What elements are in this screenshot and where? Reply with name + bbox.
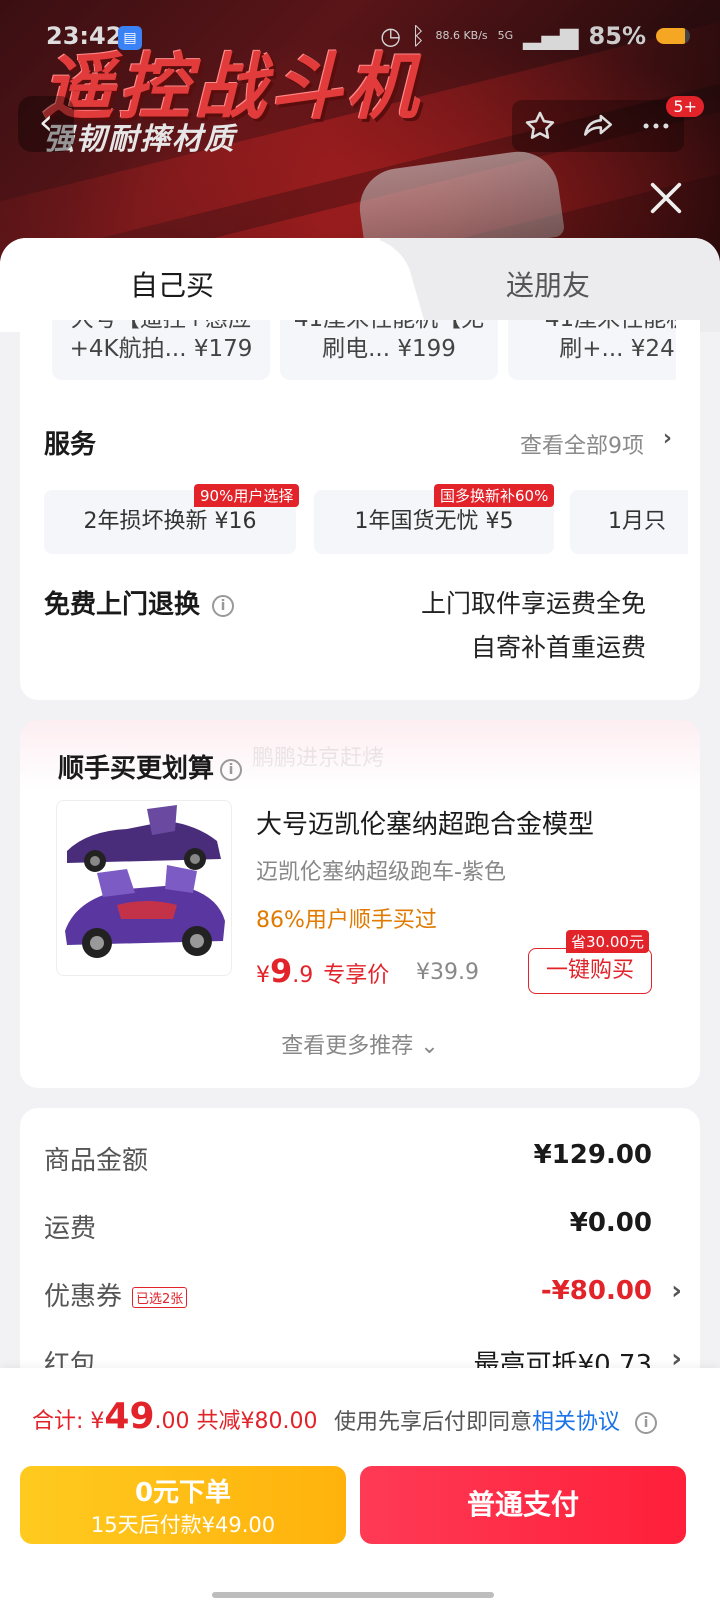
price-currency: ¥	[256, 963, 270, 988]
product-thumbnail[interactable]	[56, 800, 232, 976]
original-price: ¥39.9	[416, 960, 479, 985]
save-tag: 省30.00元	[566, 930, 649, 953]
coupon-selected-tag: 已选2张	[132, 1287, 188, 1308]
nav-actions	[512, 100, 684, 152]
status-bar: 23:42 ▤ ◷ ᛒ 88.6 KB/s 5G ▂▄▆ 85%	[0, 0, 720, 74]
recommend-product-spec: 迈凯伦塞纳超级跑车-紫色	[256, 860, 506, 885]
variant-line1: 41厘米性能机	[508, 320, 676, 334]
tab-self-buy[interactable]: 自己买	[130, 264, 214, 304]
service-label: 1月只	[608, 509, 666, 534]
variant-line2: 刷+... ¥24	[559, 336, 675, 362]
status-indicators: ◷ ᛒ 88.6 KB/s 5G ▂▄▆ 85%	[380, 22, 690, 50]
free-return-label: 免费上门退换	[44, 590, 201, 620]
checkout-bottom-bar: 合计: ¥49.00 共减¥80.00 使用先享后付即同意相关协议 i 0元下单…	[0, 1368, 720, 1600]
normal-pay-button[interactable]: 普通支付	[360, 1466, 686, 1544]
price-summary-card: 商品金额 ¥129.00 运费 ¥0.00 优惠券 已选2张 -¥80.00 › …	[20, 1108, 700, 1408]
more-recommend-link[interactable]: 查看更多推荐 ⌄	[20, 1028, 700, 1060]
price-label: 专享价	[323, 963, 390, 988]
net-speed: 88.6 KB/s	[435, 29, 488, 42]
battery-level: 85%	[588, 22, 646, 50]
agreement-link[interactable]: 相关协议	[532, 1410, 620, 1435]
free-return-line2: 自寄补首重运费	[470, 633, 646, 662]
network-type: 5G	[497, 29, 514, 42]
purchase-tabs: 自己买 送朋友	[0, 238, 720, 332]
battery-icon	[656, 28, 690, 44]
total-integer: 49	[104, 1396, 155, 1437]
zero-order-label: 0元下单	[134, 1478, 232, 1508]
shipping-label: 运费	[44, 1214, 97, 1244]
chevron-right-icon: ›	[671, 1276, 682, 1306]
options-card: 大号【遥控+感应 +4K航拍... ¥179 41厘米性能机【无 刷电... ¥…	[20, 320, 700, 700]
watermark-text: 鹏鹏进京赶烤	[252, 746, 385, 771]
variant-line1: 大号【遥控+感应	[52, 320, 270, 334]
alarm-icon: ◷	[380, 22, 402, 50]
service-label: 1年国货无忧 ¥5	[354, 509, 514, 534]
total-amount: 合计: ¥49.00 共减¥80.00	[32, 1396, 318, 1437]
goods-amount-row: 商品金额 ¥129.00	[44, 1140, 676, 1177]
service-label: 2年损坏换新 ¥16	[83, 509, 257, 534]
variant-option[interactable]: 41厘米性能机 刷+... ¥24	[508, 320, 676, 380]
info-icon[interactable]: i	[220, 758, 243, 781]
goods-amount-label: 商品金额	[44, 1146, 149, 1176]
coupon-row[interactable]: 优惠券 已选2张 -¥80.00 ›	[44, 1276, 682, 1313]
service-tag: 90%用户选择	[194, 484, 300, 507]
share-icon[interactable]	[580, 109, 616, 143]
sports-car-image	[65, 805, 225, 958]
variant-option[interactable]: 大号【遥控+感应 +4K航拍... ¥179	[52, 320, 270, 380]
coupon-value: -¥80.00	[540, 1276, 652, 1306]
variant-line1: 41厘米性能机【无	[280, 320, 498, 334]
bluetooth-icon: ᛒ	[411, 22, 426, 50]
recommend-price: ¥9.9 专享价	[256, 952, 389, 990]
service-tag: 国多换新补60%	[434, 484, 555, 507]
recommend-product-name[interactable]: 大号迈凯伦塞纳超跑合金模型	[256, 804, 594, 841]
total-currency: ¥	[90, 1409, 105, 1434]
home-indicator[interactable]	[212, 1592, 494, 1598]
variant-line2: +4K航拍... ¥179	[69, 336, 253, 362]
recommend-title-text: 顺手买更划算	[58, 754, 215, 784]
chevron-down-icon: ⌄	[420, 1034, 439, 1059]
close-icon[interactable]	[646, 178, 686, 218]
free-return-line1: 上门取件享运费全免	[420, 589, 646, 618]
message-badge: 5+	[666, 96, 704, 117]
chevron-left-icon: ‹	[38, 102, 54, 143]
app-notification-icon: ▤	[118, 26, 142, 50]
recommend-buy-rate: 86%用户顺手买过	[256, 908, 437, 933]
total-decimal: .00	[154, 1409, 190, 1434]
recommend-title: 顺手买更划算 i	[58, 748, 243, 785]
service-option[interactable]: 1月只	[570, 490, 688, 554]
info-icon[interactable]: i	[212, 594, 235, 617]
info-icon[interactable]: i	[635, 1412, 658, 1434]
one-click-buy-button[interactable]: 一键购买	[528, 948, 652, 994]
service-list: 2年损坏换新 ¥16 90%用户选择 1年国货无忧 ¥5 国多换新补60% 1月…	[44, 484, 688, 554]
shipping-row: 运费 ¥0.00	[44, 1208, 676, 1245]
zero-down-order-button[interactable]: 0元下单 15天后付款¥49.00	[20, 1466, 346, 1544]
tab-gift-friend[interactable]: 送朋友	[506, 264, 590, 304]
price-decimal: .9	[292, 963, 314, 988]
variant-list: 大号【遥控+感应 +4K航拍... ¥179 41厘米性能机【无 刷电... ¥…	[52, 320, 676, 382]
total-label: 合计:	[32, 1409, 84, 1434]
services-view-all-link[interactable]: 查看全部9项	[520, 428, 644, 460]
back-button[interactable]: ‹	[18, 96, 74, 152]
chevron-right-icon[interactable]: ›	[663, 426, 672, 451]
coupon-label: 优惠券	[44, 1282, 123, 1312]
free-return-title: 免费上门退换 i	[44, 584, 235, 621]
goods-amount-value: ¥129.00	[533, 1140, 652, 1170]
agreement-text: 使用先享后付即同意	[334, 1410, 533, 1435]
zero-order-sublabel: 15天后付款¥49.00	[90, 1513, 276, 1537]
recommend-card: 顺手买更划算 i 鹏鹏进京赶烤 大号迈凯伦塞纳超跑合金模型 迈凯伦塞纳超级跑车-紫…	[20, 720, 700, 1088]
services-title: 服务	[44, 430, 97, 460]
total-reduction: 共减¥80.00	[196, 1409, 318, 1434]
price-integer: 9	[270, 952, 293, 990]
status-time: 23:42	[46, 22, 123, 50]
agreement-notice: 使用先享后付即同意相关协议 i	[334, 1404, 658, 1436]
star-icon[interactable]	[523, 109, 557, 143]
signal-icon: ▂▄▆	[523, 22, 579, 50]
shipping-value: ¥0.00	[569, 1208, 652, 1238]
variant-line2: 刷电... ¥199	[322, 336, 456, 362]
more-icon[interactable]	[639, 109, 673, 143]
variant-option[interactable]: 41厘米性能机【无 刷电... ¥199	[280, 320, 498, 380]
more-recommend-label: 查看更多推荐	[281, 1034, 414, 1059]
